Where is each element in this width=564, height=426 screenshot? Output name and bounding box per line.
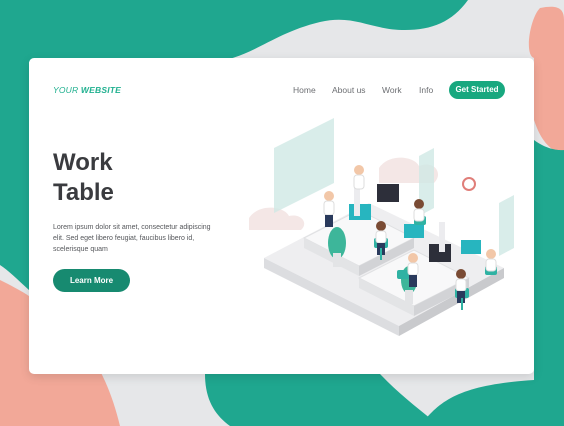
person: [413, 199, 425, 222]
nav-work[interactable]: Work: [382, 85, 402, 95]
person: [455, 269, 467, 303]
office-illustration: [249, 118, 514, 336]
hero-description: Lorem ipsum dolor sit amet, consectetur …: [53, 224, 211, 253]
site-logo[interactable]: YOUR WEBSITE: [53, 85, 121, 95]
person: [353, 165, 365, 190]
person: [407, 253, 419, 287]
title-line-2: Table: [53, 179, 114, 206]
logo-part2: WEBSITE: [80, 85, 122, 95]
glass-panel: [499, 195, 514, 256]
chair: [397, 270, 409, 279]
learn-more-button[interactable]: Learn More: [53, 269, 130, 292]
logo-part1: YOUR: [53, 85, 81, 95]
plant-pot: [405, 290, 413, 304]
person: [485, 249, 497, 272]
page-title: Work Table: [53, 148, 114, 208]
partition: [439, 222, 445, 252]
clock-icon: [462, 177, 476, 191]
plant-pot: [333, 253, 341, 267]
person: [323, 191, 335, 227]
nav-info[interactable]: Info: [419, 85, 433, 95]
monitor: [404, 224, 424, 238]
landing-card: YOUR WEBSITE Home About us Work Info Get…: [29, 58, 534, 374]
monitor: [461, 240, 481, 254]
get-started-button[interactable]: Get Started: [449, 81, 505, 99]
nav-home[interactable]: Home: [293, 85, 316, 95]
title-line-1: Work: [53, 149, 113, 176]
monitor: [377, 184, 399, 202]
teal-band-left: [0, 62, 29, 290]
nav-about-us[interactable]: About us: [332, 85, 366, 95]
